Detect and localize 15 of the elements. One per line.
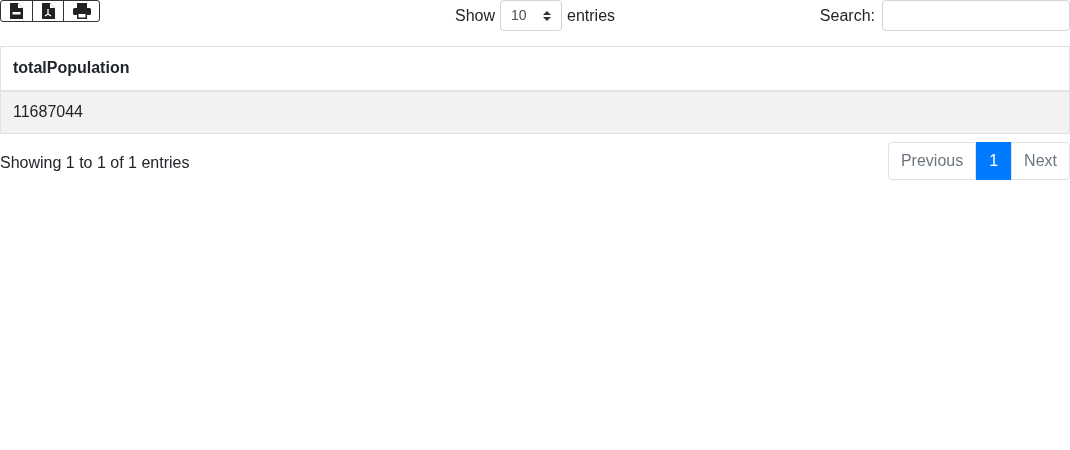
table-cell: 11687044 [0, 90, 1070, 134]
pagination-button[interactable]: Next [1011, 142, 1070, 180]
csv-file-icon [10, 3, 23, 19]
pdf-file-icon [41, 3, 55, 19]
search-field[interactable] [882, 0, 1070, 31]
printer-icon [72, 3, 91, 19]
entries-label: entries [567, 5, 616, 26]
pagination-button[interactable]: Previous [887, 142, 977, 180]
show-label: Show [454, 5, 495, 26]
sort-caret-icon [543, 9, 551, 22]
pagination-button[interactable]: 1 [976, 142, 1012, 180]
page-length-select[interactable]: 10 [500, 0, 562, 31]
table-info: Showing 1 to 1 of 1 entries [0, 153, 190, 173]
column-header[interactable]: totalPopulation [0, 46, 1070, 91]
search-label: Search: [819, 5, 875, 26]
